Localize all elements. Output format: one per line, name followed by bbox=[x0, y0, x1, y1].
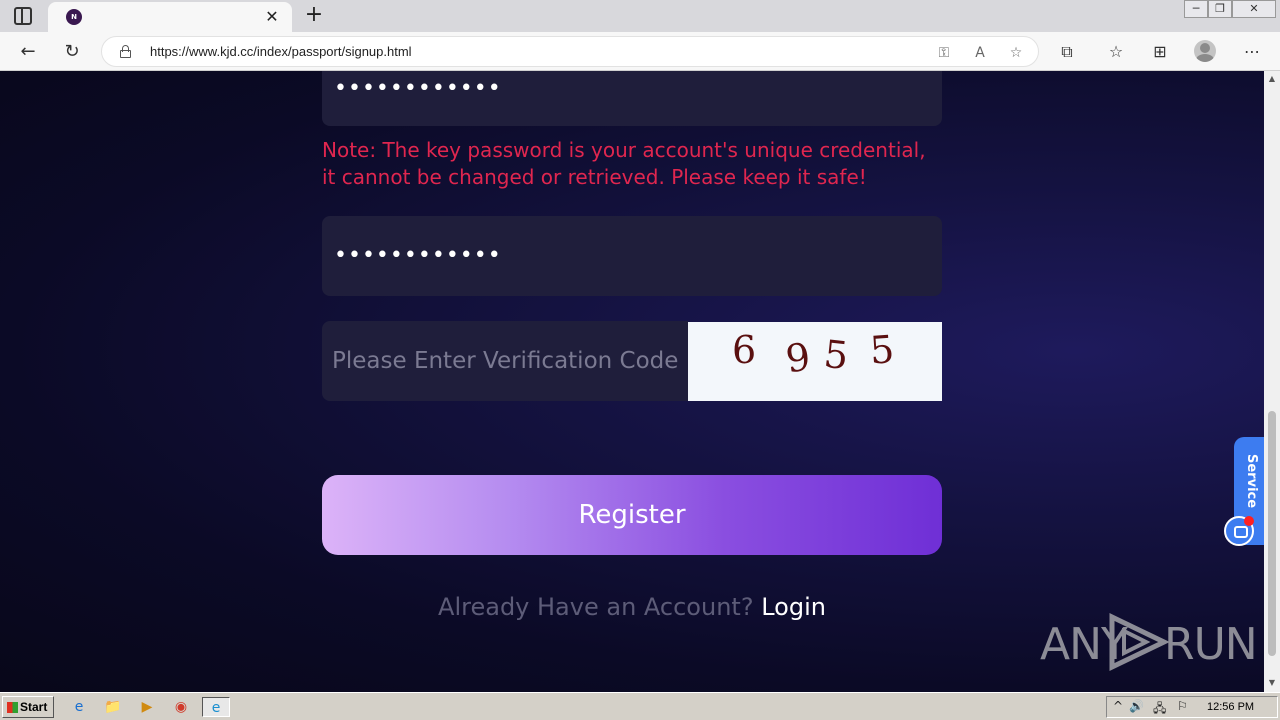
captcha-digit: 5 bbox=[868, 327, 896, 373]
anyrun-watermark: ANY RUN bbox=[1040, 611, 1258, 671]
address-bar[interactable]: https://www.kjd.cc/index/passport/signup… bbox=[101, 36, 1039, 67]
add-favorite-icon[interactable]: ☆ bbox=[1006, 43, 1026, 63]
scroll-down-icon[interactable]: ▼ bbox=[1267, 678, 1277, 688]
reload-button[interactable]: ↻ bbox=[59, 39, 85, 65]
browser-tab[interactable]: N ✕ bbox=[48, 2, 292, 32]
close-window-button[interactable]: ✕ bbox=[1232, 0, 1276, 18]
play-logo-icon bbox=[1109, 613, 1170, 671]
network-icon[interactable]: 🖧 bbox=[1153, 699, 1166, 720]
tab-close-icon[interactable]: ✕ bbox=[262, 7, 282, 27]
collections-icon[interactable]: ⊞ bbox=[1148, 40, 1172, 64]
page-scrollbar[interactable]: ▲ ▼ bbox=[1264, 71, 1280, 692]
watermark-right-text: RUN bbox=[1164, 619, 1258, 670]
start-button[interactable]: Start bbox=[2, 696, 54, 718]
favorites-icon[interactable]: ☆ bbox=[1104, 40, 1128, 64]
captcha-digit: 9 bbox=[783, 334, 814, 382]
ie-taskbar-icon[interactable]: e bbox=[68, 697, 90, 717]
tab-actions-icon[interactable] bbox=[14, 7, 32, 25]
site-favicon-icon: N bbox=[66, 9, 82, 25]
captcha-image[interactable]: 6 9 5 5 bbox=[688, 322, 942, 401]
confirm-password-value: •••••••••••• bbox=[334, 243, 502, 268]
edge-taskbar-icon[interactable]: e bbox=[202, 697, 230, 717]
scroll-up-icon[interactable]: ▲ bbox=[1267, 74, 1277, 84]
extensions-icon[interactable]: ⧉ bbox=[1055, 40, 1079, 64]
verification-code-input[interactable] bbox=[322, 321, 688, 401]
scrollbar-thumb[interactable] bbox=[1268, 411, 1276, 656]
profile-avatar[interactable] bbox=[1194, 40, 1216, 62]
action-center-icon[interactable]: ⚐ bbox=[1177, 699, 1188, 713]
restore-button[interactable]: ❐ bbox=[1208, 0, 1232, 18]
tab-strip: N ✕ + ─ ❐ ✕ bbox=[0, 0, 1280, 32]
windows-taskbar: Start e 📁 ▶ ◉ e ^ 🔊 🖧 ⚐ 12:56 PM bbox=[0, 692, 1280, 720]
login-link[interactable]: Login bbox=[761, 593, 826, 621]
password-field[interactable]: •••••••••••• bbox=[322, 71, 942, 126]
new-tab-button[interactable]: + bbox=[302, 4, 326, 28]
login-prompt-text: Already Have an Account? bbox=[438, 593, 754, 621]
confirm-password-field[interactable]: •••••••••••• bbox=[322, 216, 942, 296]
lock-icon[interactable] bbox=[120, 45, 131, 58]
media-player-taskbar-icon[interactable]: ▶ bbox=[136, 697, 158, 717]
password-value: •••••••••••• bbox=[334, 76, 502, 101]
volume-icon[interactable]: 🔊 bbox=[1129, 699, 1144, 713]
system-tray: ^ 🔊 🖧 ⚐ 12:56 PM bbox=[1106, 696, 1278, 718]
chrome-taskbar-icon[interactable]: ◉ bbox=[170, 697, 192, 717]
minimize-button[interactable]: ─ bbox=[1184, 0, 1208, 18]
explorer-taskbar-icon[interactable]: 📁 bbox=[102, 697, 124, 717]
url-text[interactable]: https://www.kjd.cc/index/passport/signup… bbox=[150, 44, 412, 59]
tray-expand-icon[interactable]: ^ bbox=[1113, 699, 1123, 713]
password-note: Note: The key password is your account's… bbox=[322, 138, 926, 189]
password-key-icon[interactable]: ⚿ bbox=[934, 43, 954, 63]
settings-menu-icon[interactable]: ⋯ bbox=[1240, 40, 1264, 64]
read-aloud-icon[interactable]: A bbox=[970, 43, 990, 63]
taskbar-clock[interactable]: 12:56 PM bbox=[1207, 701, 1254, 713]
start-label: Start bbox=[20, 700, 48, 714]
captcha-digit: 6 bbox=[732, 328, 757, 372]
register-button[interactable]: Register bbox=[322, 475, 942, 555]
page-viewport: •••••••••••• Note: The key password is y… bbox=[0, 71, 1264, 692]
browser-toolbar: ← ↻ https://www.kjd.cc/index/passport/si… bbox=[0, 32, 1280, 71]
back-button[interactable]: ← bbox=[15, 39, 41, 65]
captcha-digit: 5 bbox=[821, 331, 851, 379]
notification-dot-icon bbox=[1244, 516, 1254, 526]
windows-logo-icon bbox=[7, 702, 18, 713]
